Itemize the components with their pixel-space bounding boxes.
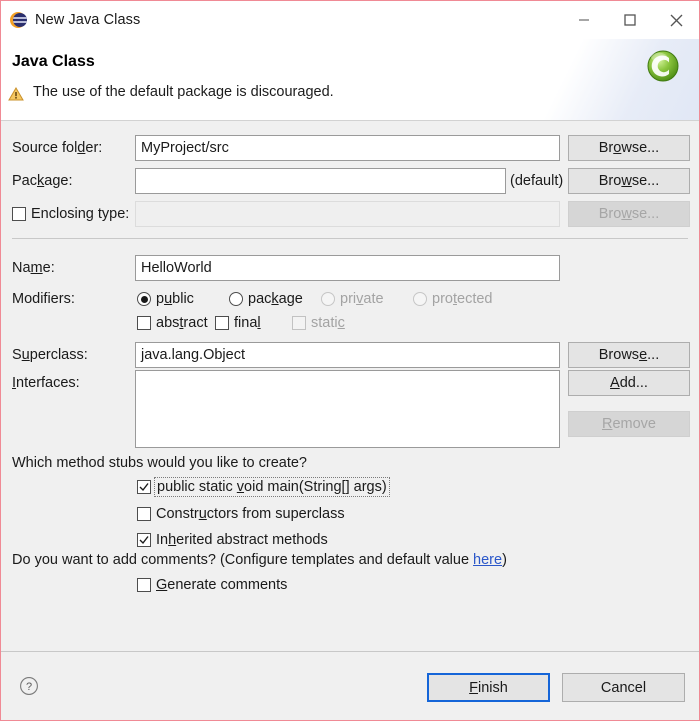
- minimize-button[interactable]: [561, 1, 607, 39]
- help-icon[interactable]: ?: [19, 676, 39, 696]
- stub-constructors-label: Constructors from superclass: [156, 506, 345, 522]
- stub-main-option[interactable]: public static void main(String[] args): [137, 476, 390, 498]
- modifier-protected-option: protected: [413, 291, 492, 307]
- stub-inherited-checkbox[interactable]: [137, 533, 151, 547]
- configure-templates-link[interactable]: here: [473, 552, 502, 568]
- cancel-button[interactable]: Cancel: [562, 673, 685, 702]
- finish-button[interactable]: Finish: [427, 673, 550, 702]
- source-folder-row: Source folder: MyProject/src Br o wse...: [1, 135, 699, 161]
- title-bar: New Java Class: [1, 1, 699, 39]
- java-class-banner-icon: [643, 46, 683, 86]
- comments-question-suffix: ): [502, 552, 507, 568]
- modifier-package-radio[interactable]: [229, 292, 243, 306]
- package-input[interactable]: [135, 168, 506, 194]
- superclass-browse-button[interactable]: Brows e...: [568, 342, 690, 368]
- modifier-protected-label: protected: [432, 291, 493, 307]
- superclass-label: Superclass:: [12, 347, 88, 363]
- modifier-static-option: static: [292, 315, 345, 331]
- interfaces-list[interactable]: [135, 370, 560, 448]
- new-java-class-dialog: New Java Class Java Class The use of the…: [0, 0, 700, 721]
- enclosing-type-label: Enclosing type:: [31, 206, 130, 222]
- modifier-private-option: private: [321, 291, 413, 307]
- enclosing-type-browse-button: Bro w se...: [568, 201, 690, 227]
- stub-inherited-option[interactable]: Inherited abstract methods: [137, 529, 328, 551]
- header-message: The use of the default package is discou…: [33, 84, 334, 100]
- interfaces-add-button[interactable]: Add...: [568, 370, 690, 396]
- generate-comments-checkbox[interactable]: [137, 578, 151, 592]
- modifier-package-option[interactable]: package: [229, 291, 321, 307]
- modifier-abstract-label: abstract: [156, 315, 208, 331]
- stub-main-checkbox[interactable]: [137, 480, 151, 494]
- modifier-public-option[interactable]: public: [137, 291, 229, 307]
- name-input[interactable]: HelloWorld: [135, 255, 560, 281]
- dialog-body: Source folder: MyProject/src Br o wse... P…: [1, 121, 699, 652]
- modifiers-label: Modifiers:: [12, 291, 75, 307]
- modifier-private-radio: [321, 292, 335, 306]
- method-stubs-question: Which method stubs would you like to cre…: [12, 455, 307, 471]
- enclosing-type-toggle[interactable]: Enclosing type:: [12, 206, 145, 222]
- modifier-public-radio[interactable]: [137, 292, 151, 306]
- modifiers-access-group: public package private protected: [137, 286, 492, 312]
- stub-constructors-checkbox[interactable]: [137, 507, 151, 521]
- window-title: New Java Class: [35, 12, 141, 28]
- package-row: Package: (default) Bro w se...: [1, 168, 699, 194]
- source-folder-input[interactable]: MyProject/src: [135, 135, 560, 161]
- modifier-static-checkbox: [292, 316, 306, 330]
- name-label: Name:: [12, 260, 55, 276]
- modifier-abstract-option[interactable]: abstract: [137, 315, 215, 331]
- modifier-protected-radio: [413, 292, 427, 306]
- modifier-abstract-checkbox[interactable]: [137, 316, 151, 330]
- modifier-static-label: static: [311, 315, 345, 331]
- svg-text:?: ?: [26, 681, 32, 693]
- warning-icon: [8, 86, 24, 102]
- stub-constructors-option[interactable]: Constructors from superclass: [137, 503, 345, 525]
- dialog-footer: ? Finish Cancel: [1, 651, 699, 720]
- name-row: Name: HelloWorld: [1, 255, 699, 281]
- maximize-button[interactable]: [607, 1, 653, 39]
- source-folder-label: Source folder:: [12, 140, 103, 156]
- enclosing-type-row: Enclosing type: Bro w se...: [1, 201, 699, 227]
- stub-main-label: public static void main(String[] args): [154, 477, 390, 497]
- stub-inherited-label: Inherited abstract methods: [156, 532, 328, 548]
- section-separator-1: [12, 238, 688, 239]
- modifier-final-label: final: [234, 315, 261, 331]
- header-message-row: The use of the default package is discou…: [8, 84, 334, 102]
- close-button[interactable]: [653, 1, 699, 39]
- interfaces-label: Interfaces:: [12, 375, 80, 391]
- package-label: Package:: [12, 173, 73, 189]
- superclass-row: Superclass: java.lang.Object Brows e...: [1, 342, 699, 368]
- source-folder-browse-button[interactable]: Br o wse...: [568, 135, 690, 161]
- superclass-input[interactable]: java.lang.Object: [135, 342, 560, 368]
- package-default-hint: (default): [510, 173, 564, 189]
- modifier-final-checkbox[interactable]: [215, 316, 229, 330]
- java-class-icon: [10, 11, 28, 29]
- modifier-package-label: package: [248, 291, 303, 307]
- enclosing-type-input: [135, 201, 560, 227]
- modifier-public-label: public: [156, 291, 194, 307]
- comments-question: Do you want to add comments? (Configure …: [12, 552, 507, 568]
- generate-comments-option[interactable]: Generate comments: [137, 574, 287, 596]
- wizard-header: Java Class The use of the default packag…: [1, 39, 699, 121]
- modifier-final-option[interactable]: final: [215, 315, 292, 331]
- modifier-private-label: private: [340, 291, 384, 307]
- modifiers-flags-group: abstract final static: [137, 311, 345, 335]
- package-browse-button[interactable]: Bro w se...: [568, 168, 690, 194]
- enclosing-type-checkbox[interactable]: [12, 207, 26, 221]
- generate-comments-label: Generate comments: [156, 577, 288, 593]
- interfaces-remove-button: Remove: [568, 411, 690, 437]
- comments-question-prefix: Do you want to add comments? (Configure …: [12, 552, 474, 568]
- page-title: Java Class: [12, 53, 95, 70]
- window-controls: [561, 1, 699, 39]
